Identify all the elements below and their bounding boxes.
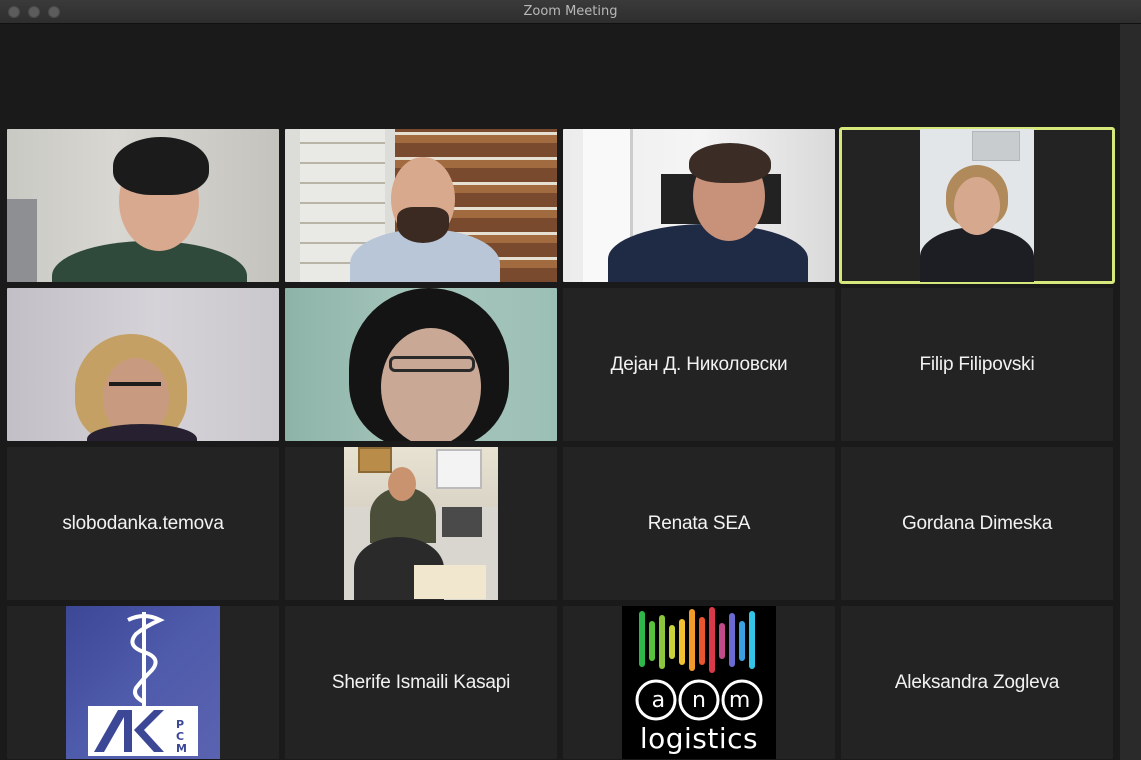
participant-name: slobodanka.temova [62, 512, 224, 534]
participant-tile-2[interactable] [285, 129, 557, 282]
participant-tile-1[interactable] [7, 129, 279, 282]
participant-tile-13[interactable]: P C M [7, 606, 279, 759]
video-feed [920, 129, 1034, 282]
svg-text:M: M [176, 742, 187, 755]
participant-tile-14[interactable]: Sherife Ismaili Kasapi [285, 606, 557, 759]
participant-name: Aleksandra Zogleva [894, 671, 1060, 693]
participant-tile-3[interactable] [563, 129, 835, 282]
window-title: Zoom Meeting [523, 4, 618, 19]
door-frame [7, 199, 37, 282]
gallery-view: Дејан Д. Николовски Filip Filipovski slo… [0, 24, 1120, 760]
profile-logo: anm logistics [622, 606, 776, 759]
person-head [381, 328, 481, 441]
person-hair [113, 137, 209, 195]
glasses [389, 356, 475, 372]
ceiling-light [972, 131, 1020, 161]
person-hair [689, 143, 771, 183]
glasses [109, 382, 161, 394]
participant-name: Sherife Ismaili Kasapi [331, 671, 511, 693]
participant-name: Gordana Dimeska [901, 512, 1053, 534]
person-head [954, 177, 1000, 235]
logo-letters: anm [651, 688, 751, 713]
profile-logo: P C M [66, 606, 220, 759]
participant-name: Дејан Д. Николовски [610, 353, 788, 375]
participant-tile-8[interactable]: Filip Filipovski [841, 288, 1113, 441]
participant-tile-11[interactable]: Renata SEA [563, 447, 835, 600]
participant-tile-10[interactable] [285, 447, 557, 600]
participant-name: Filip Filipovski [919, 353, 1035, 375]
participant-tile-15[interactable]: anm logistics [563, 606, 835, 759]
caduceus-logo-icon: P C M [88, 612, 198, 756]
room-window [436, 449, 482, 489]
participant-tile-6[interactable] [285, 288, 557, 441]
participant-tile-7[interactable]: Дејан Д. Николовски [563, 288, 835, 441]
person-head [388, 467, 416, 501]
participant-tile-16[interactable]: Aleksandra Zogleva [841, 606, 1113, 759]
participant-tile-5[interactable] [7, 288, 279, 441]
participant-name: Renata SEA [647, 512, 751, 534]
picture-frame [358, 447, 392, 473]
person-beard [397, 207, 449, 243]
papers [414, 565, 486, 599]
participant-tile-12[interactable]: Gordana Dimeska [841, 447, 1113, 600]
printer [442, 507, 482, 537]
person-body [920, 227, 1034, 282]
logo-wordmark: logistics [639, 722, 759, 755]
title-bar: Zoom Meeting [0, 0, 1141, 24]
participant-tile-4-active-speaker[interactable] [839, 127, 1115, 284]
zoom-window: Zoom Meeting Дејан Д. Николовски Filip F… [0, 0, 1141, 760]
participant-tile-9[interactable]: slobodanka.temova [7, 447, 279, 600]
side-panel-edge [1120, 24, 1141, 760]
profile-photo [344, 447, 498, 600]
